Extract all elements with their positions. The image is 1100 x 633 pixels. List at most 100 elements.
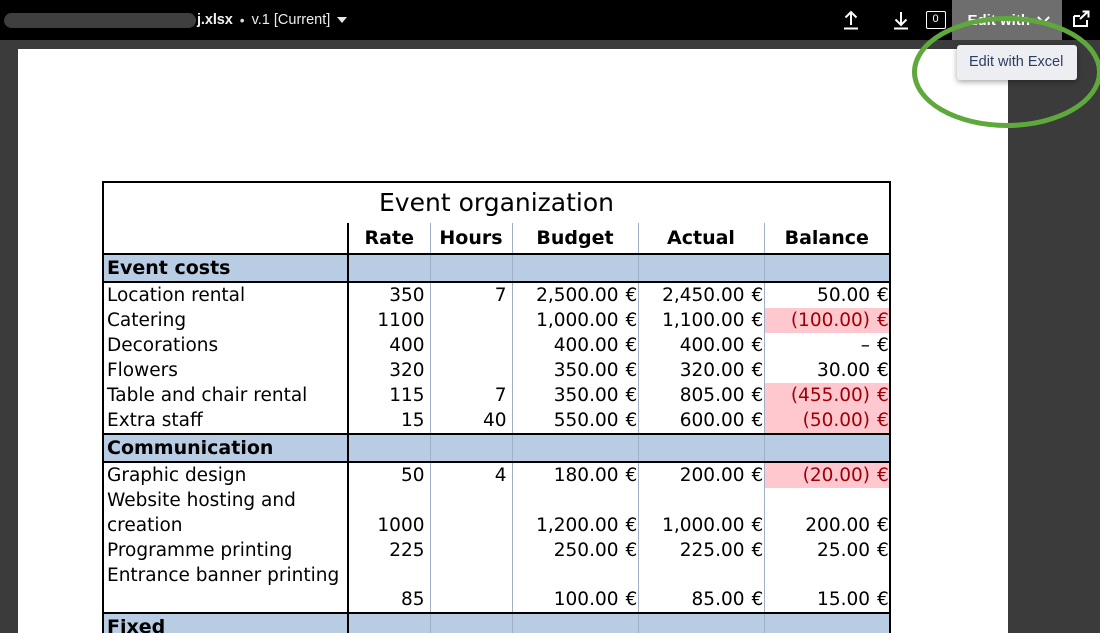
currency-symbol: € bbox=[751, 285, 764, 306]
menu-item-edit-with-excel[interactable]: Edit with Excel bbox=[957, 51, 1077, 74]
currency-symbol: € bbox=[751, 310, 764, 331]
upload-button[interactable] bbox=[826, 0, 876, 40]
cell-rate: 400 bbox=[347, 333, 431, 358]
top-toolbar: j.xlsx • v.1 [Current] 0 Edit with bbox=[0, 0, 1100, 40]
cell-rate: 50 bbox=[347, 462, 431, 488]
currency-symbol: € bbox=[877, 285, 889, 306]
section-header-row: Event costs bbox=[102, 253, 891, 283]
cell-budget-amount: 1,200.00 bbox=[536, 515, 619, 536]
version-chevron-down-icon[interactable] bbox=[337, 17, 348, 23]
section-header-cell bbox=[347, 253, 431, 283]
toolbar-right-group: 0 Edit with bbox=[826, 0, 1100, 40]
currency-symbol: € bbox=[625, 310, 638, 331]
cell-budget-amount: 250.00 bbox=[553, 540, 619, 561]
currency-symbol: € bbox=[877, 465, 889, 486]
row-label-cell: Website hosting and creation bbox=[103, 488, 349, 538]
currency-symbol: € bbox=[877, 385, 889, 406]
cell-rate: 85 bbox=[347, 563, 431, 613]
cell-balance-amount: 15.00 bbox=[817, 589, 871, 610]
cell-balance: (20.00) € bbox=[763, 462, 891, 488]
cell-balance-amount: (20.00) bbox=[802, 465, 871, 486]
edit-with-label: Edit with bbox=[967, 11, 1031, 29]
row-label-cell: Entrance banner printing bbox=[103, 563, 349, 613]
spreadsheet-table: Event organization Rate Hours Budget Act… bbox=[102, 181, 892, 633]
section-header-cell bbox=[347, 433, 431, 463]
row-label-cell: Catering bbox=[103, 308, 349, 333]
cell-budget-amount: 400.00 bbox=[553, 335, 619, 356]
section-header-row: Fixed bbox=[102, 612, 891, 633]
currency-symbol: € bbox=[877, 540, 889, 561]
cell-budget: 550.00 € bbox=[511, 408, 639, 434]
download-arrow-icon bbox=[891, 9, 911, 31]
sheet-title: Event organization bbox=[102, 181, 891, 223]
column-header-balance: Balance bbox=[763, 223, 891, 255]
cell-hours: 40 bbox=[429, 408, 513, 434]
section-header-cell bbox=[637, 253, 765, 283]
cell-actual: 2,450.00 € bbox=[637, 282, 765, 308]
row-label-cell: Programme printing bbox=[103, 538, 349, 563]
cell-hours bbox=[429, 333, 513, 358]
currency-symbol: € bbox=[751, 335, 764, 356]
currency-symbol: € bbox=[877, 410, 889, 431]
cell-balance-amount: 200.00 bbox=[805, 515, 871, 536]
cell-actual-amount: 1,100.00 bbox=[662, 310, 745, 331]
row-label-cell: Extra staff bbox=[103, 408, 349, 434]
cell-budget: 1,200.00 € bbox=[511, 488, 639, 538]
column-header-blank bbox=[102, 223, 349, 255]
cell-budget-amount: 100.00 bbox=[553, 589, 619, 610]
row-label-cell: Decorations bbox=[103, 333, 349, 358]
currency-symbol: € bbox=[625, 465, 638, 486]
sheet-title-row: Event organization bbox=[102, 181, 891, 223]
currency-symbol: € bbox=[625, 410, 638, 431]
cell-rate: 15 bbox=[347, 408, 431, 434]
edit-with-button[interactable]: Edit with bbox=[951, 0, 1062, 40]
cell-balance-amount: 25.00 bbox=[817, 540, 871, 561]
cell-balance: – € bbox=[763, 333, 891, 358]
section-header-cell bbox=[511, 433, 639, 463]
cell-actual-amount: 320.00 bbox=[679, 360, 745, 381]
cell-budget-amount: 350.00 bbox=[553, 385, 619, 406]
cell-balance-amount: 30.00 bbox=[817, 360, 871, 381]
cell-actual-amount: 400.00 bbox=[679, 335, 745, 356]
version-label: v.1 [Current] bbox=[251, 12, 331, 28]
currency-symbol: € bbox=[877, 310, 889, 331]
cell-balance-amount: (100.00) bbox=[790, 310, 871, 331]
table-row: Website hosting and creation 1000 1,200.00… bbox=[103, 488, 891, 538]
cell-actual-amount: 805.00 bbox=[679, 385, 745, 406]
cell-actual-amount: 600.00 bbox=[679, 410, 745, 431]
cell-hours bbox=[429, 488, 513, 538]
cell-actual: 225.00 € bbox=[637, 538, 765, 563]
section-header-cell bbox=[429, 253, 513, 283]
section-header-cell bbox=[429, 612, 513, 633]
column-header-rate: Rate bbox=[347, 223, 431, 255]
currency-symbol: € bbox=[625, 515, 638, 536]
section-header-cell bbox=[637, 612, 765, 633]
cell-rate: 350 bbox=[347, 282, 431, 308]
share-button[interactable] bbox=[1062, 0, 1100, 40]
table-row: Decorations 400 400.00 €400.00 € – € bbox=[103, 333, 891, 358]
comment-count-badge[interactable]: 0 bbox=[925, 11, 946, 29]
table-row: Location rental 350 7 2,500.00 €2,450.00 €50.… bbox=[103, 282, 891, 308]
download-button[interactable] bbox=[876, 0, 926, 40]
cell-budget: 180.00 € bbox=[511, 462, 639, 488]
cell-budget-amount: 350.00 bbox=[553, 360, 619, 381]
cell-budget-amount: 1,000.00 bbox=[536, 310, 619, 331]
edit-with-dropdown-menu: Edit with Excel bbox=[957, 45, 1078, 80]
section-header-row: Communication bbox=[102, 433, 891, 463]
row-label-cell: Graphic design bbox=[103, 462, 349, 488]
table-row: Programme printing 225 250.00 €225.00 €25.00… bbox=[103, 538, 891, 563]
cell-actual: 1,100.00 € bbox=[637, 308, 765, 333]
row-label-cell: Table and chair rental bbox=[103, 383, 349, 408]
section-header-cell bbox=[347, 612, 431, 633]
cell-actual-amount: 2,450.00 bbox=[662, 285, 745, 306]
cell-budget: 400.00 € bbox=[511, 333, 639, 358]
cell-rate: 320 bbox=[347, 358, 431, 383]
currency-symbol: € bbox=[625, 335, 638, 356]
table-row: Table and chair rental 115 7 350.00 €805.00 €… bbox=[103, 383, 891, 408]
column-header-actual: Actual bbox=[637, 223, 765, 255]
currency-symbol: € bbox=[625, 540, 638, 561]
table-row: Entrance banner printing 85 100.00 €85.00 €1… bbox=[103, 563, 891, 613]
currency-symbol: € bbox=[877, 360, 889, 381]
cell-balance: 15.00 € bbox=[763, 563, 891, 613]
currency-symbol: € bbox=[625, 285, 638, 306]
